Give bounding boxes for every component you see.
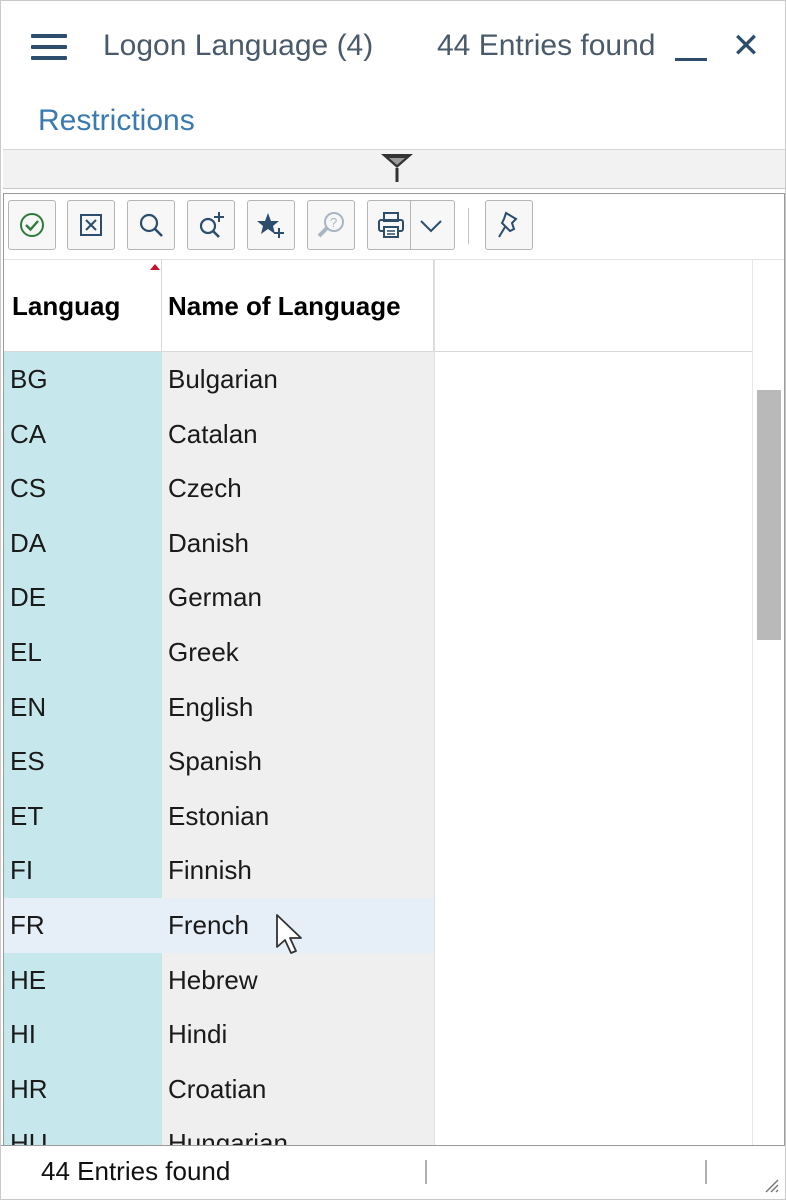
language-name-cell: Hebrew: [162, 952, 434, 1008]
language-name-cell: Bulgarian: [162, 352, 434, 407]
column-divider: [434, 260, 435, 1145]
search-button[interactable]: [127, 200, 175, 250]
table-row[interactable]: CS Czech: [4, 461, 752, 516]
table-row[interactable]: DE German: [4, 570, 752, 625]
hamburger-menu-icon[interactable]: [31, 34, 69, 60]
help-icon: ?: [317, 212, 344, 238]
language-code-cell: CA: [4, 406, 162, 462]
language-name-cell: Spanish: [162, 734, 434, 789]
status-text: 44 Entries found: [41, 1156, 231, 1186]
language-code-cell: ES: [4, 734, 162, 789]
status-separator: [425, 1160, 427, 1184]
pin-button[interactable]: [485, 200, 533, 250]
language-name-cell: Hungarian: [162, 1116, 434, 1145]
chevron-down-icon[interactable]: [418, 213, 444, 239]
table-row[interactable]: CA Catalan: [4, 406, 752, 462]
language-name-cell: Catalan: [162, 406, 434, 462]
language-code-cell: EN: [4, 679, 162, 735]
language-code-cell: CS: [4, 461, 162, 516]
print-button[interactable]: [367, 200, 455, 250]
sort-ascending-icon: [150, 264, 160, 270]
checkmark-icon: [20, 213, 44, 237]
results-grid: ? Languag Name of Language BG Bulgarian …: [3, 193, 785, 1145]
collapse-handle-icon[interactable]: [379, 152, 415, 184]
table-row[interactable]: HU Hungarian: [4, 1116, 752, 1145]
language-name-cell: Danish: [162, 515, 434, 571]
minimize-icon[interactable]: [673, 31, 709, 63]
language-name-cell: Hindi: [162, 1007, 434, 1062]
add-favorite-button[interactable]: [247, 200, 295, 250]
language-code-cell: HR: [4, 1061, 162, 1117]
truncation-ellipsis: ...: [136, 318, 148, 352]
language-code-cell: HU: [4, 1116, 162, 1145]
dialog-title: Logon Language (4): [103, 29, 374, 62]
cancel-icon: [80, 214, 102, 236]
language-code-cell: FR: [4, 898, 162, 953]
language-name-cell: German: [162, 570, 434, 625]
svg-text:?: ?: [330, 215, 337, 230]
column-header-name-of-language[interactable]: Name of Language: [162, 260, 434, 352]
table-row[interactable]: HI Hindi: [4, 1007, 752, 1062]
scrollbar-thumb[interactable]: [757, 390, 781, 640]
entries-count-title: 44 Entries found: [437, 29, 656, 62]
table-row[interactable]: HR Croatian: [4, 1061, 752, 1117]
language-code-cell: DE: [4, 570, 162, 625]
table-row[interactable]: EN English: [4, 679, 752, 735]
search-more-button[interactable]: [187, 200, 235, 250]
language-code-cell: BG: [4, 352, 162, 407]
table-header: Languag ... Name of Language: [4, 260, 752, 352]
language-code-cell: HE: [4, 952, 162, 1008]
language-code-cell: ET: [4, 788, 162, 844]
language-code-cell: FI: [4, 843, 162, 898]
resize-grip-icon[interactable]: [763, 1177, 779, 1193]
print-icon: [378, 212, 404, 238]
table-row[interactable]: BG Bulgarian: [4, 352, 752, 407]
toolbar-separator: [468, 208, 469, 244]
language-name-cell: Finnish: [162, 843, 434, 898]
table-row[interactable]: FI Finnish: [4, 843, 752, 898]
status-separator: [705, 1160, 707, 1184]
table-row[interactable]: EL Greek: [4, 625, 752, 680]
search-plus-icon: [199, 212, 224, 238]
language-name-cell: English: [162, 679, 434, 735]
table-row[interactable]: FR French: [4, 898, 752, 953]
table-row[interactable]: HE Hebrew: [4, 952, 752, 1008]
dialog-header: Logon Language (4) 44 Entries found ✕: [1, 1, 785, 93]
help-button[interactable]: ?: [307, 200, 355, 250]
pin-icon: [498, 211, 518, 238]
column-header-language[interactable]: Languag ...: [4, 260, 162, 352]
language-code-cell: HI: [4, 1007, 162, 1062]
column-header-label: Languag: [12, 291, 121, 321]
language-name-cell: Estonian: [162, 788, 434, 844]
language-code-cell: DA: [4, 515, 162, 571]
confirm-button[interactable]: [8, 200, 56, 250]
table-row[interactable]: ET Estonian: [4, 788, 752, 844]
vertical-scrollbar[interactable]: [752, 260, 784, 1145]
table-row[interactable]: DA Danish: [4, 515, 752, 571]
status-bar: 44 Entries found: [1, 1145, 785, 1199]
language-code-cell: EL: [4, 625, 162, 680]
language-name-cell: Greek: [162, 625, 434, 680]
cancel-button[interactable]: [67, 200, 115, 250]
language-name-cell: Croatian: [162, 1061, 434, 1117]
table-row[interactable]: ES Spanish: [4, 734, 752, 789]
grid-toolbar: ?: [4, 194, 784, 260]
close-icon[interactable]: ✕: [729, 29, 763, 63]
language-name-cell: French: [162, 898, 434, 953]
search-help-dialog: Logon Language (4) 44 Entries found ✕ Re…: [0, 0, 786, 1200]
search-icon: [139, 213, 163, 237]
favorite-add-icon: [257, 213, 284, 238]
language-name-cell: Czech: [162, 461, 434, 516]
restrictions-tab[interactable]: Restrictions: [38, 104, 195, 138]
collapse-bar: [3, 149, 785, 189]
